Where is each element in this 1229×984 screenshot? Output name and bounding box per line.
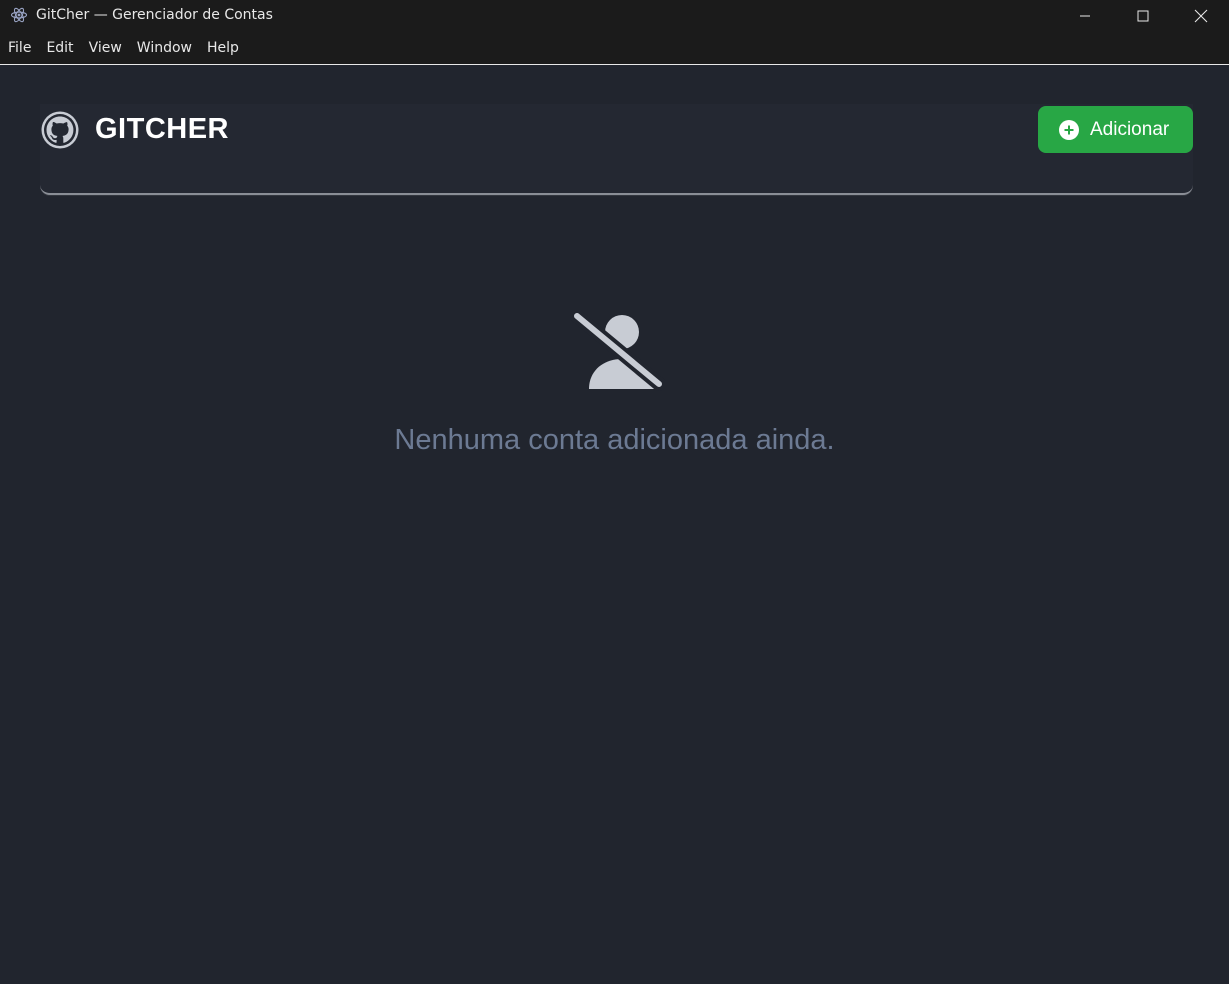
add-account-label: Adicionar (1090, 118, 1170, 140)
menu-edit[interactable]: Edit (40, 32, 79, 64)
minimize-button[interactable] (1056, 0, 1114, 32)
close-icon (1194, 9, 1208, 23)
user-slash-icon (569, 310, 665, 391)
menu-help[interactable]: Help (201, 32, 245, 64)
menu-file[interactable]: File (2, 32, 37, 64)
electron-icon (10, 7, 28, 23)
maximize-button[interactable] (1114, 0, 1172, 32)
app-header: GITCHER Adicionar (40, 104, 1193, 195)
window-title: GitCher — Gerenciador de Contas (36, 7, 273, 23)
menu-view[interactable]: View (83, 32, 128, 64)
add-account-button[interactable]: Adicionar (1038, 106, 1193, 153)
app-window: GitCher — Gerenciador de Contas File Edi… (0, 0, 1229, 984)
minimize-icon (1080, 15, 1090, 17)
title-bar[interactable]: GitCher — Gerenciador de Contas (0, 0, 1229, 32)
plus-circle-icon (1059, 119, 1079, 140)
empty-state-message: Nenhuma conta adicionada ainda. (394, 424, 835, 456)
maximize-icon (1137, 10, 1149, 22)
brand-title: GITCHER (95, 113, 229, 145)
github-icon (41, 111, 79, 149)
menu-bar: File Edit View Window Help (0, 32, 1229, 65)
menu-window[interactable]: Window (131, 32, 198, 64)
close-button[interactable] (1172, 0, 1229, 32)
empty-state: Nenhuma conta adicionada ainda. (0, 310, 1229, 457)
